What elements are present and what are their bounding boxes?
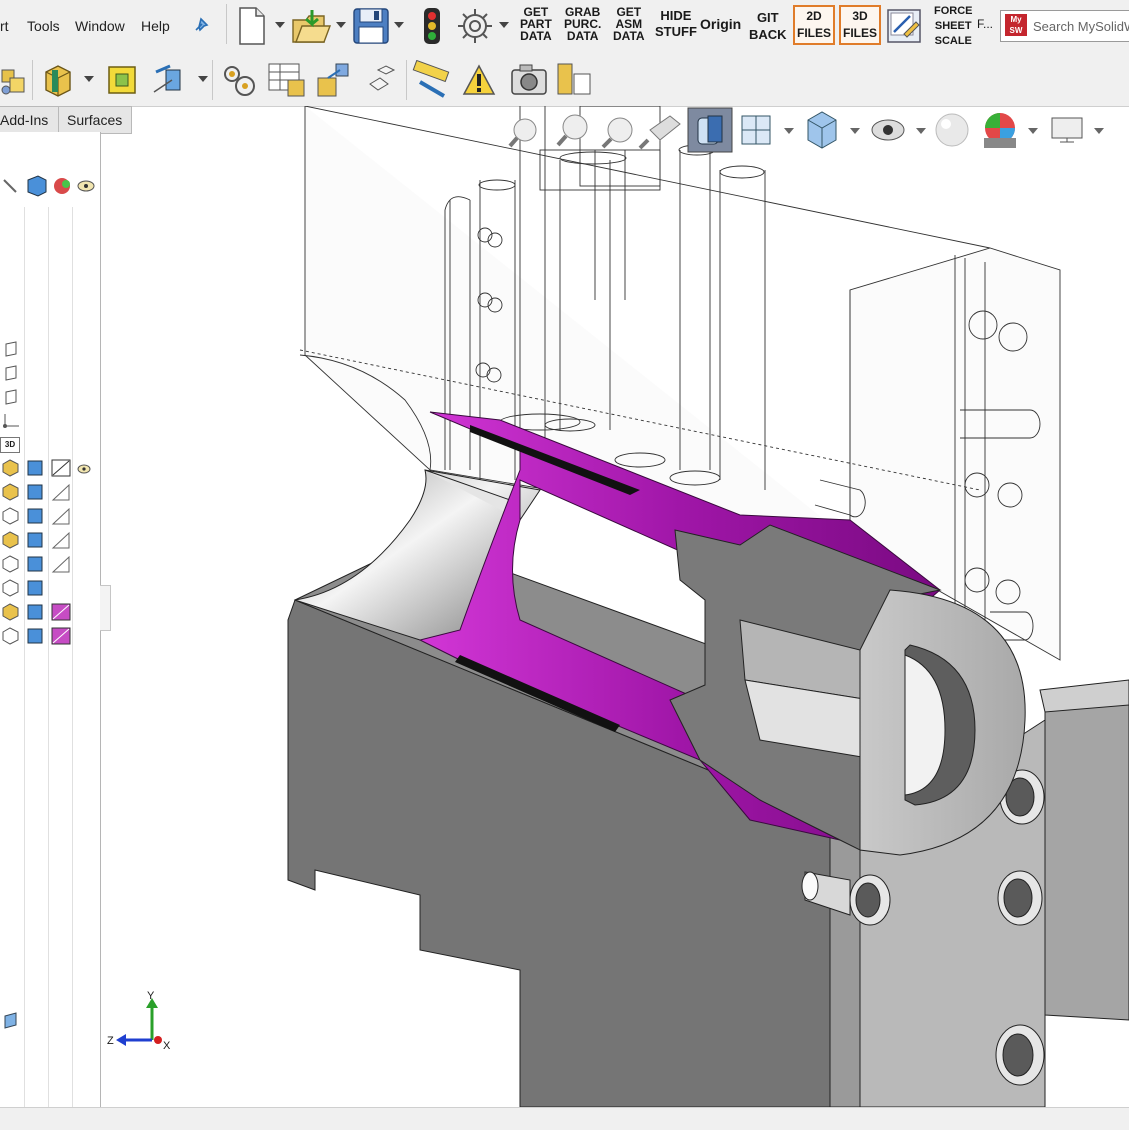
tab-add-ins[interactable]: Add-Ins [0, 106, 59, 134]
menu-tools[interactable]: Tools [27, 18, 60, 34]
hide-show-dropdown-icon [916, 128, 926, 134]
explode-view-icon[interactable] [364, 62, 400, 98]
triad-z-label: Z [107, 1035, 114, 1047]
toolbar-separator [32, 60, 33, 100]
status-bar [0, 1107, 1129, 1130]
view-orientation-icon [741, 115, 771, 145]
display-style-dropdown-icon [850, 128, 860, 134]
2d-files-button[interactable]: 2D FILES [793, 5, 836, 45]
hide-stuff-button[interactable]: HIDE STUFF [655, 8, 697, 40]
component-tree-rows[interactable] [0, 458, 100, 648]
insert-component-icon[interactable] [40, 60, 76, 100]
view-orientation-triad [116, 998, 162, 1046]
new-dropdown-icon[interactable] [275, 22, 285, 28]
edit-appearance-icon [935, 113, 969, 147]
get-asm-data-button[interactable]: GET ASM DATA [613, 6, 645, 42]
search-input[interactable] [1031, 15, 1129, 37]
heads-up-view-toolbar[interactable] [508, 107, 1104, 153]
drawing-macro-icon[interactable] [886, 8, 922, 44]
gear-icon[interactable] [455, 6, 495, 46]
traffic-light-icon[interactable] [420, 6, 444, 46]
sketch-plane-icon[interactable] [2, 1012, 20, 1030]
display-style-icon [807, 111, 837, 149]
pin-icon[interactable] [192, 16, 210, 36]
graphics-viewport[interactable]: Y Z X [101, 106, 1129, 1107]
move-component-icon[interactable] [314, 60, 356, 100]
panel-tab-icons [3, 175, 95, 197]
toolbar-separator [226, 4, 227, 44]
apply-scene-icon [984, 113, 1016, 148]
search-box[interactable]: My SW [1000, 10, 1129, 42]
triad-y-label: Y [147, 990, 155, 1002]
plane-icons [3, 341, 19, 428]
zoom-to-fit-icon [508, 118, 537, 148]
git-back-button[interactable]: GIT BACK [749, 9, 787, 43]
new-document-icon[interactable] [236, 6, 268, 46]
origin-button[interactable]: Origin [700, 17, 741, 31]
scene-dropdown-icon [1028, 128, 1038, 134]
menu-bar: rt Tools Window Help GET PART DATA GRAB … [0, 0, 1129, 55]
previous-view-icon [601, 117, 633, 149]
view-orientation-dropdown-icon [784, 128, 794, 134]
model-view[interactable]: Y Z X [101, 106, 1129, 1107]
tree-column-line [48, 207, 49, 1107]
tree-column-line [24, 207, 25, 1107]
bom-table-icon[interactable] [266, 60, 308, 100]
smart-fasteners-icon[interactable] [218, 60, 258, 100]
triad-x-label: X [163, 1040, 171, 1052]
view-settings-dropdown-icon [1094, 128, 1104, 134]
large-design-review-icon[interactable] [554, 60, 596, 100]
pattern-dropdown-icon[interactable] [198, 76, 208, 82]
zoom-to-area-icon [556, 114, 588, 147]
interference-detection-icon[interactable] [410, 60, 452, 102]
options-dropdown-icon[interactable] [499, 22, 509, 28]
toolbar-separator [406, 60, 407, 100]
tree-column-line [72, 207, 73, 1107]
save-disk-icon[interactable] [352, 6, 390, 46]
assembly-icon[interactable] [0, 62, 28, 98]
f-overflow-button[interactable]: F... [977, 18, 993, 30]
view-settings-icon [1051, 117, 1083, 143]
menu-insert[interactable]: rt [0, 18, 9, 34]
mysolidworks-logo: My SW [1005, 14, 1027, 36]
feature-manager-panel: 3D [0, 132, 101, 1107]
get-part-data-button[interactable]: GET PART DATA [520, 6, 552, 42]
menu-window[interactable]: Window [75, 18, 125, 34]
open-folder-icon[interactable] [290, 6, 334, 46]
open-dropdown-icon[interactable] [336, 22, 346, 28]
3d-sketch-icon: 3D [0, 437, 20, 453]
section-view-active-icon [687, 107, 733, 153]
3d-files-button[interactable]: 3D FILES [839, 5, 882, 45]
toolbar-separator [212, 60, 213, 100]
command-toolbar [0, 54, 1129, 107]
save-dropdown-icon[interactable] [394, 22, 404, 28]
grab-purc-data-button[interactable]: GRAB PURC. DATA [564, 6, 601, 42]
mate-icon[interactable] [106, 62, 140, 98]
linear-pattern-icon[interactable] [150, 62, 194, 98]
snapshot-camera-icon[interactable] [508, 60, 550, 100]
force-sheet-scale-button[interactable]: FORCE SHEET SCALE [934, 4, 973, 49]
hide-show-items-icon [871, 119, 905, 141]
menu-help[interactable]: Help [141, 18, 170, 34]
clearance-warning-icon[interactable] [458, 60, 500, 102]
component-dropdown-icon[interactable] [84, 76, 94, 82]
